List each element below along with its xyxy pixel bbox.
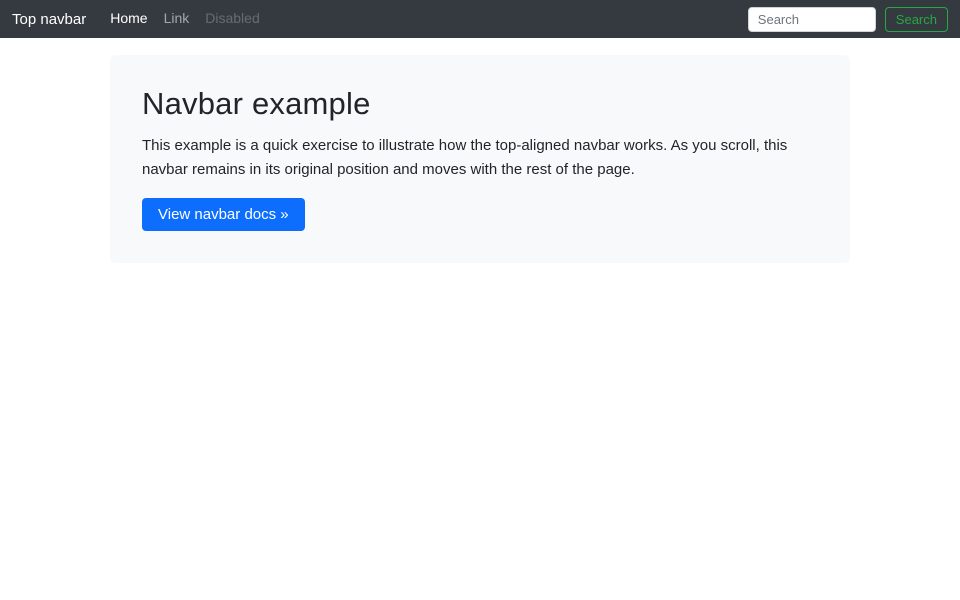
top-navbar: Top navbar Home Link Disabled Search xyxy=(0,0,960,38)
search-input[interactable] xyxy=(747,6,876,32)
search-button[interactable]: Search xyxy=(884,6,948,32)
navbar-nav: Home Link Disabled xyxy=(102,10,748,28)
nav-link-link[interactable]: Link xyxy=(156,6,198,30)
nav-link-disabled: Disabled xyxy=(205,10,260,26)
jumbotron-card: Navbar example This example is a quick e… xyxy=(110,55,850,263)
page-title: Navbar example xyxy=(142,86,371,121)
page-description: This example is a quick exercise to illu… xyxy=(142,137,788,179)
navbar-brand[interactable]: Top navbar xyxy=(12,11,86,28)
view-navbar-docs-button[interactable]: View navbar docs » xyxy=(142,197,305,231)
navbar-search-form: Search xyxy=(747,6,948,32)
page-content: Navbar example This example is a quick e… xyxy=(0,38,960,263)
nav-link-home[interactable]: Home xyxy=(102,6,155,30)
